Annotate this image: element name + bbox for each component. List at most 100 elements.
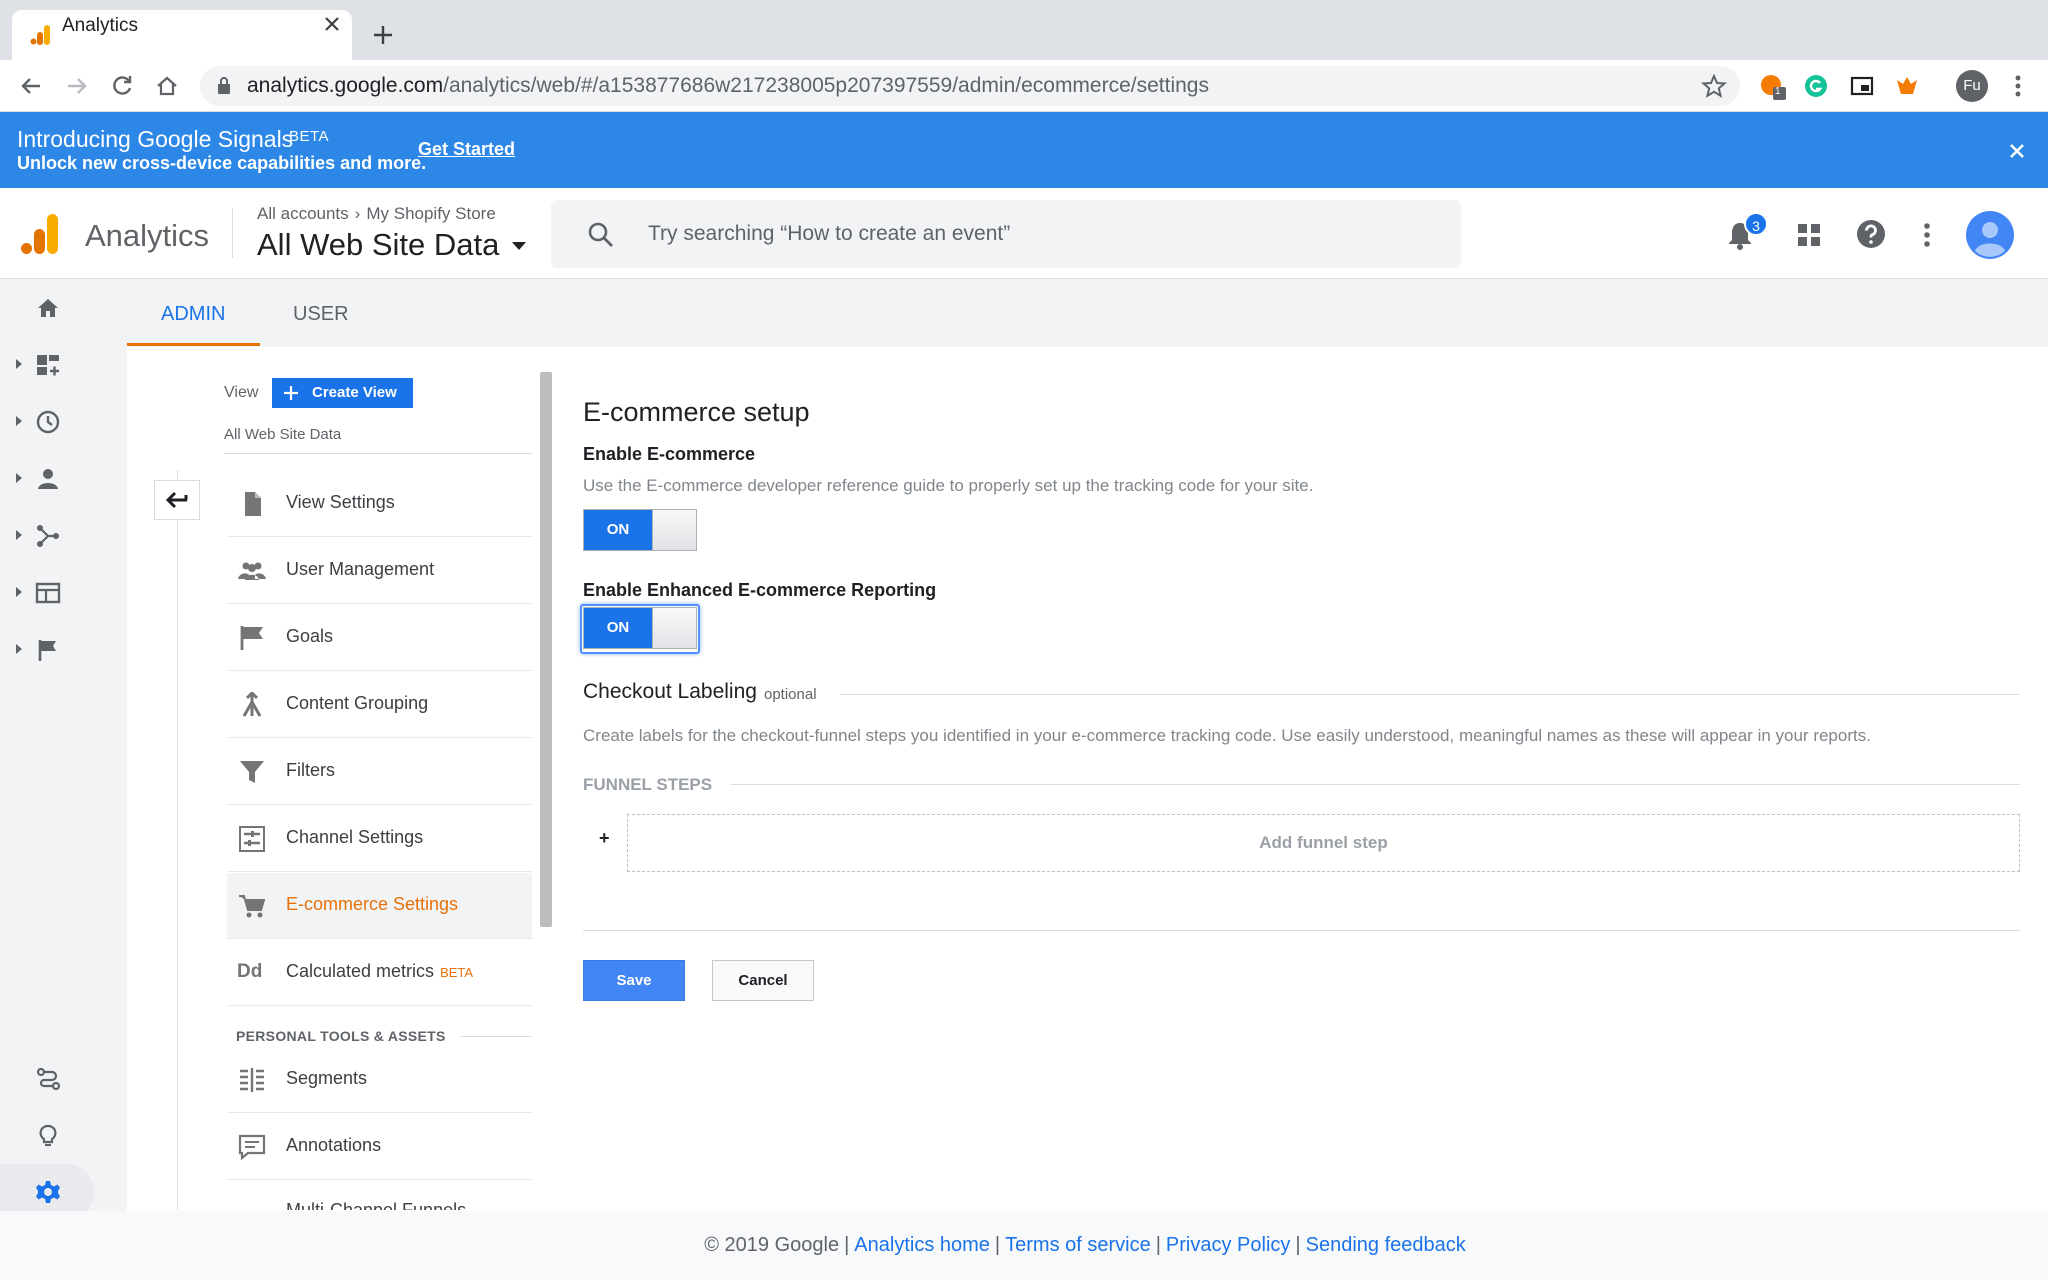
audience-person-icon[interactable] bbox=[34, 465, 62, 493]
checkout-labeling-description: Create labels for the checkout-funnel st… bbox=[583, 726, 1871, 745]
divider bbox=[840, 694, 2020, 695]
apps-grid-icon[interactable] bbox=[1794, 220, 1824, 250]
conversions-flag-icon[interactable] bbox=[34, 636, 62, 664]
get-started-link[interactable]: Get Started bbox=[418, 139, 515, 160]
funnel-steps-heading: FUNNEL STEPS bbox=[583, 775, 713, 794]
menu-item-multi-channel-funnels[interactable]: Multi-Channel Funnels bbox=[286, 1202, 466, 1210]
user-avatar[interactable] bbox=[1966, 211, 2014, 259]
extension-fox-icon[interactable] bbox=[1893, 72, 1921, 100]
forward-arrow-icon[interactable] bbox=[63, 72, 91, 100]
menu-item-ecommerce-settings[interactable]: E-commerce Settings bbox=[227, 873, 532, 939]
flag-icon bbox=[237, 625, 267, 651]
acquisition-icon[interactable] bbox=[34, 522, 62, 550]
footer-separator: | bbox=[1155, 1234, 1161, 1256]
menu-item-annotations[interactable]: Annotations bbox=[227, 1114, 532, 1180]
menu-item-calculated-metrics[interactable]: Dd Calculated metrics BETA bbox=[227, 940, 532, 1006]
help-icon[interactable] bbox=[1855, 218, 1887, 250]
analytics-home-link[interactable]: Analytics home bbox=[854, 1234, 990, 1256]
caret-right-icon[interactable] bbox=[15, 359, 23, 369]
picture-in-picture-icon[interactable] bbox=[1848, 72, 1876, 100]
close-banner-icon[interactable] bbox=[2005, 139, 2029, 163]
header-divider bbox=[232, 208, 233, 258]
add-step-plus-icon[interactable]: + bbox=[599, 828, 610, 849]
menu-item-filters[interactable]: Filters bbox=[227, 739, 532, 805]
admin-gear-icon[interactable] bbox=[34, 1178, 62, 1206]
url-path: /analytics/web/#/a153877686w217238005p20… bbox=[443, 74, 1209, 97]
footer-links: © 2019 Google | Analytics home | Terms of se… bbox=[0, 1234, 2048, 1257]
menu-item-channel-settings[interactable]: Channel Settings bbox=[227, 806, 532, 872]
collapse-back-button[interactable] bbox=[154, 480, 200, 520]
terms-of-service-link[interactable]: Terms of service bbox=[1005, 1234, 1151, 1256]
enable-ecommerce-description: Use the E-commerce developer reference g… bbox=[583, 476, 1314, 495]
close-tab-icon[interactable] bbox=[320, 12, 344, 36]
realtime-clock-icon[interactable] bbox=[34, 408, 62, 436]
enable-ecommerce-toggle[interactable]: ON bbox=[583, 509, 697, 551]
menu-item-label: Channel Settings bbox=[286, 827, 424, 847]
tab-user[interactable]: USER bbox=[293, 303, 349, 326]
back-arrow-icon bbox=[165, 491, 189, 509]
more-options-icon[interactable] bbox=[1916, 220, 1938, 250]
behavior-icon[interactable] bbox=[34, 579, 62, 607]
copyright: © 2019 Google bbox=[704, 1234, 840, 1256]
toggle-knob bbox=[652, 608, 696, 648]
annotations-icon bbox=[237, 1134, 267, 1160]
menu-item-view-settings[interactable]: View Settings bbox=[227, 471, 532, 537]
search-placeholder: Try searching “How to create an event” bbox=[648, 222, 1011, 245]
caret-right-icon[interactable] bbox=[15, 530, 23, 540]
tab-admin[interactable]: ADMIN bbox=[161, 303, 225, 326]
menu-item-label: Goals bbox=[286, 626, 334, 646]
menu-item-content-grouping[interactable]: Content Grouping bbox=[227, 672, 532, 738]
caret-right-icon[interactable] bbox=[15, 416, 23, 426]
browser-menu-icon[interactable] bbox=[2008, 72, 2028, 100]
caret-right-icon[interactable] bbox=[15, 644, 23, 654]
grammarly-icon[interactable] bbox=[1802, 72, 1830, 100]
profile-avatar[interactable]: Fu bbox=[1956, 70, 1988, 102]
menu-item-label: Filters bbox=[286, 760, 335, 780]
menu-item-user-management[interactable]: User Management bbox=[227, 538, 532, 604]
url-text[interactable]: analytics.google.com/analytics/web/#/a15… bbox=[247, 74, 1209, 98]
cart-icon bbox=[237, 893, 267, 919]
customization-icon[interactable] bbox=[34, 351, 62, 379]
add-funnel-step-button[interactable]: Add funnel step bbox=[627, 814, 2020, 872]
menu-item-label: Segments bbox=[286, 1068, 368, 1088]
crumb-property: My Shopify Store bbox=[366, 204, 496, 223]
new-tab-icon[interactable] bbox=[370, 22, 396, 48]
toggle-on-label: ON bbox=[584, 510, 652, 550]
discover-lightbulb-icon[interactable] bbox=[34, 1122, 62, 1150]
reload-icon[interactable] bbox=[108, 72, 136, 100]
people-icon bbox=[237, 558, 267, 584]
view-selector-value[interactable]: All Web Site Data bbox=[224, 426, 341, 443]
bookmark-star-icon[interactable] bbox=[1700, 72, 1728, 100]
attribution-icon[interactable] bbox=[34, 1065, 62, 1093]
extension-orange-icon[interactable]: 1 bbox=[1758, 72, 1786, 100]
view-selector[interactable]: All Web Site Data bbox=[257, 227, 499, 263]
privacy-policy-link[interactable]: Privacy Policy bbox=[1166, 1234, 1290, 1256]
analytics-logo-icon[interactable] bbox=[20, 212, 60, 256]
breadcrumb[interactable]: All accounts › My Shopify Store bbox=[257, 204, 496, 224]
calculated-metrics-label: Calculated metrics bbox=[286, 961, 435, 981]
browser-tab-title: Analytics bbox=[62, 15, 139, 36]
save-button[interactable]: Save bbox=[583, 960, 685, 1001]
optional-label: optional bbox=[764, 686, 817, 703]
home-icon[interactable] bbox=[34, 294, 62, 322]
enhanced-ecommerce-toggle[interactable]: ON bbox=[583, 607, 697, 649]
home-icon[interactable] bbox=[153, 72, 181, 100]
create-view-button[interactable]: Create View bbox=[272, 378, 413, 408]
lock-icon bbox=[216, 76, 232, 96]
cancel-button[interactable]: Cancel bbox=[712, 960, 814, 1001]
sending-feedback-link[interactable]: Sending feedback bbox=[1306, 1234, 1466, 1256]
page-title: E-commerce setup bbox=[583, 397, 810, 427]
caret-right-icon[interactable] bbox=[15, 473, 23, 483]
caret-right-icon[interactable] bbox=[15, 587, 23, 597]
menu-item-goals[interactable]: Goals bbox=[227, 605, 532, 671]
divider bbox=[460, 1036, 532, 1037]
caret-down-icon[interactable] bbox=[510, 240, 528, 252]
search-icon[interactable] bbox=[586, 220, 616, 250]
extension-badge: 1 bbox=[1775, 86, 1781, 97]
toggle-knob bbox=[652, 510, 696, 550]
menu-item-segments[interactable]: Segments bbox=[227, 1047, 532, 1113]
enable-ecommerce-label: Enable E-commerce bbox=[583, 444, 756, 464]
divider bbox=[583, 930, 2020, 931]
column-scrollbar[interactable] bbox=[540, 372, 552, 927]
back-arrow-icon[interactable] bbox=[17, 72, 45, 100]
